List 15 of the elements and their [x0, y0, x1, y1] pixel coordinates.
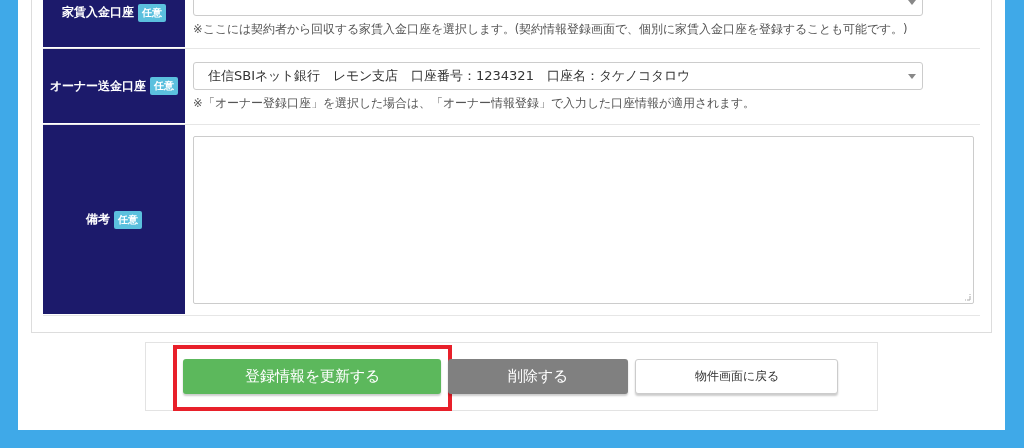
textarea-field[interactable] [193, 136, 974, 304]
select-field[interactable]: 住信SBIネット銀行 レモン支店 口座番号：1234321 口座名：タケノコタロウ [193, 62, 923, 90]
action-button[interactable]: 物件画面に戻る [635, 359, 838, 394]
caret-icon [908, 0, 916, 5]
field-label: オーナー送金口座 [50, 77, 146, 95]
optional-badge: 任意 [114, 210, 142, 229]
optional-badge: 任意 [138, 4, 166, 22]
resize-grip-icon [963, 293, 971, 301]
help-text: ※「オーナー登録口座」を選択した場合は、「オーナー情報登録」で入力した口座情報が適用されます。 [193, 96, 756, 111]
caret-icon [908, 74, 916, 79]
action-button[interactable]: 削除する [448, 359, 628, 394]
field-label: 家賃入金口座 [62, 4, 134, 21]
field-label: 備考 [86, 211, 110, 228]
help-text: ※ここには契約者から回収する家賃入金口座を選択します。(契約情報登録画面で、個別に家賃入金口座を登録することも可能です。) [193, 21, 909, 37]
optional-badge: 任意 [150, 77, 178, 95]
